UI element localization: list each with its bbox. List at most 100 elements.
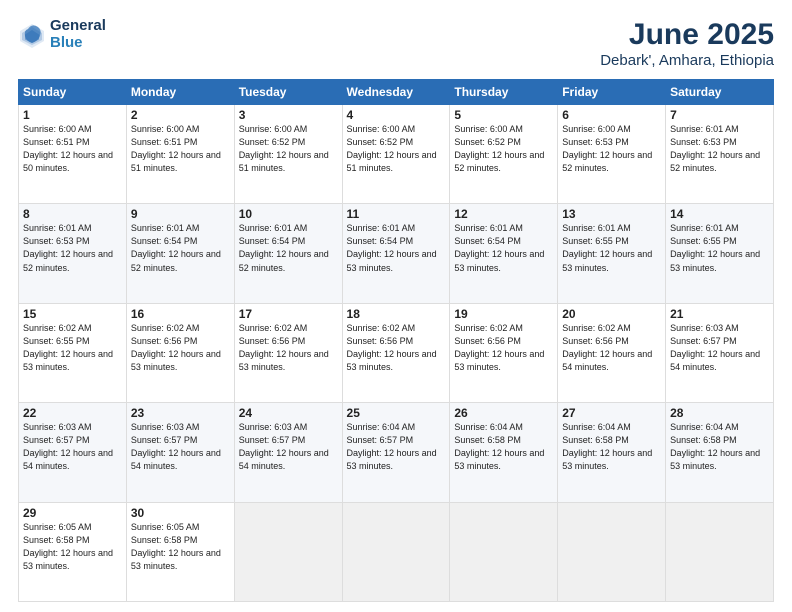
day-number: 26 [454,406,553,420]
day-cell: 24Sunrise: 6:03 AMSunset: 6:57 PMDayligh… [234,403,342,502]
day-info: Sunrise: 6:01 AMSunset: 6:53 PMDaylight:… [670,123,769,175]
day-info: Sunrise: 6:04 AMSunset: 6:58 PMDaylight:… [562,421,661,473]
day-number: 24 [239,406,338,420]
day-cell: 8Sunrise: 6:01 AMSunset: 6:53 PMDaylight… [19,204,127,303]
day-cell [342,502,450,601]
day-info: Sunrise: 6:01 AMSunset: 6:54 PMDaylight:… [454,222,553,274]
weekday-monday: Monday [126,80,234,105]
day-cell: 28Sunrise: 6:04 AMSunset: 6:58 PMDayligh… [666,403,774,502]
day-number: 30 [131,506,230,520]
day-cell [234,502,342,601]
day-number: 8 [23,207,122,221]
weekday-tuesday: Tuesday [234,80,342,105]
day-cell: 5Sunrise: 6:00 AMSunset: 6:52 PMDaylight… [450,105,558,204]
day-cell: 13Sunrise: 6:01 AMSunset: 6:55 PMDayligh… [558,204,666,303]
day-info: Sunrise: 6:00 AMSunset: 6:52 PMDaylight:… [347,123,446,175]
day-number: 3 [239,108,338,122]
day-number: 7 [670,108,769,122]
day-cell: 19Sunrise: 6:02 AMSunset: 6:56 PMDayligh… [450,303,558,402]
weekday-saturday: Saturday [666,80,774,105]
day-info: Sunrise: 6:03 AMSunset: 6:57 PMDaylight:… [670,322,769,374]
day-cell: 9Sunrise: 6:01 AMSunset: 6:54 PMDaylight… [126,204,234,303]
day-number: 22 [23,406,122,420]
day-number: 2 [131,108,230,122]
day-info: Sunrise: 6:00 AMSunset: 6:53 PMDaylight:… [562,123,661,175]
day-info: Sunrise: 6:01 AMSunset: 6:55 PMDaylight:… [562,222,661,274]
logo-line2: Blue [50,34,83,51]
day-cell: 25Sunrise: 6:04 AMSunset: 6:57 PMDayligh… [342,403,450,502]
day-info: Sunrise: 6:02 AMSunset: 6:55 PMDaylight:… [23,322,122,374]
day-info: Sunrise: 6:03 AMSunset: 6:57 PMDaylight:… [23,421,122,473]
day-info: Sunrise: 6:05 AMSunset: 6:58 PMDaylight:… [131,521,230,573]
day-number: 27 [562,406,661,420]
weekday-header-row: SundayMondayTuesdayWednesdayThursdayFrid… [19,80,774,105]
day-info: Sunrise: 6:02 AMSunset: 6:56 PMDaylight:… [347,322,446,374]
day-info: Sunrise: 6:05 AMSunset: 6:58 PMDaylight:… [23,521,122,573]
week-row-4: 22Sunrise: 6:03 AMSunset: 6:57 PMDayligh… [19,403,774,502]
day-cell [558,502,666,601]
day-cell: 26Sunrise: 6:04 AMSunset: 6:58 PMDayligh… [450,403,558,502]
day-info: Sunrise: 6:01 AMSunset: 6:53 PMDaylight:… [23,222,122,274]
title-block: June 2025 Debark', Amhara, Ethiopia [600,18,774,69]
day-number: 4 [347,108,446,122]
day-number: 13 [562,207,661,221]
day-info: Sunrise: 6:02 AMSunset: 6:56 PMDaylight:… [562,322,661,374]
day-info: Sunrise: 6:02 AMSunset: 6:56 PMDaylight:… [239,322,338,374]
day-cell: 11Sunrise: 6:01 AMSunset: 6:54 PMDayligh… [342,204,450,303]
day-info: Sunrise: 6:00 AMSunset: 6:52 PMDaylight:… [239,123,338,175]
week-row-1: 1Sunrise: 6:00 AMSunset: 6:51 PMDaylight… [19,105,774,204]
day-cell: 22Sunrise: 6:03 AMSunset: 6:57 PMDayligh… [19,403,127,502]
day-cell: 16Sunrise: 6:02 AMSunset: 6:56 PMDayligh… [126,303,234,402]
calendar-body: 1Sunrise: 6:00 AMSunset: 6:51 PMDaylight… [19,105,774,602]
page: General Blue June 2025 Debark', Amhara, … [0,0,792,612]
day-number: 5 [454,108,553,122]
day-number: 6 [562,108,661,122]
day-number: 12 [454,207,553,221]
day-number: 16 [131,307,230,321]
day-info: Sunrise: 6:04 AMSunset: 6:58 PMDaylight:… [670,421,769,473]
day-cell: 7Sunrise: 6:01 AMSunset: 6:53 PMDaylight… [666,105,774,204]
week-row-5: 29Sunrise: 6:05 AMSunset: 6:58 PMDayligh… [19,502,774,601]
day-cell: 18Sunrise: 6:02 AMSunset: 6:56 PMDayligh… [342,303,450,402]
day-number: 10 [239,207,338,221]
day-info: Sunrise: 6:01 AMSunset: 6:54 PMDaylight:… [131,222,230,274]
day-cell [450,502,558,601]
day-number: 14 [670,207,769,221]
day-cell: 14Sunrise: 6:01 AMSunset: 6:55 PMDayligh… [666,204,774,303]
day-number: 20 [562,307,661,321]
calendar: SundayMondayTuesdayWednesdayThursdayFrid… [18,79,774,602]
day-cell: 4Sunrise: 6:00 AMSunset: 6:52 PMDaylight… [342,105,450,204]
day-cell: 10Sunrise: 6:01 AMSunset: 6:54 PMDayligh… [234,204,342,303]
day-number: 1 [23,108,122,122]
day-number: 11 [347,207,446,221]
day-cell: 30Sunrise: 6:05 AMSunset: 6:58 PMDayligh… [126,502,234,601]
logo-line1: General [50,18,106,35]
day-info: Sunrise: 6:01 AMSunset: 6:54 PMDaylight:… [239,222,338,274]
day-cell: 27Sunrise: 6:04 AMSunset: 6:58 PMDayligh… [558,403,666,502]
day-info: Sunrise: 6:00 AMSunset: 6:52 PMDaylight:… [454,123,553,175]
day-cell: 21Sunrise: 6:03 AMSunset: 6:57 PMDayligh… [666,303,774,402]
day-info: Sunrise: 6:04 AMSunset: 6:57 PMDaylight:… [347,421,446,473]
week-row-2: 8Sunrise: 6:01 AMSunset: 6:53 PMDaylight… [19,204,774,303]
day-info: Sunrise: 6:02 AMSunset: 6:56 PMDaylight:… [131,322,230,374]
day-cell: 12Sunrise: 6:01 AMSunset: 6:54 PMDayligh… [450,204,558,303]
day-info: Sunrise: 6:00 AMSunset: 6:51 PMDaylight:… [131,123,230,175]
weekday-sunday: Sunday [19,80,127,105]
subtitle: Debark', Amhara, Ethiopia [600,52,774,69]
day-cell: 6Sunrise: 6:00 AMSunset: 6:53 PMDaylight… [558,105,666,204]
day-number: 28 [670,406,769,420]
day-number: 15 [23,307,122,321]
day-number: 19 [454,307,553,321]
day-cell: 3Sunrise: 6:00 AMSunset: 6:52 PMDaylight… [234,105,342,204]
day-info: Sunrise: 6:00 AMSunset: 6:51 PMDaylight:… [23,123,122,175]
day-info: Sunrise: 6:01 AMSunset: 6:54 PMDaylight:… [347,222,446,274]
day-cell: 23Sunrise: 6:03 AMSunset: 6:57 PMDayligh… [126,403,234,502]
day-cell [666,502,774,601]
weekday-wednesday: Wednesday [342,80,450,105]
day-cell: 17Sunrise: 6:02 AMSunset: 6:56 PMDayligh… [234,303,342,402]
day-number: 23 [131,406,230,420]
day-number: 21 [670,307,769,321]
day-info: Sunrise: 6:03 AMSunset: 6:57 PMDaylight:… [239,421,338,473]
main-title: June 2025 [600,18,774,52]
logo-text: General Blue [50,18,106,51]
